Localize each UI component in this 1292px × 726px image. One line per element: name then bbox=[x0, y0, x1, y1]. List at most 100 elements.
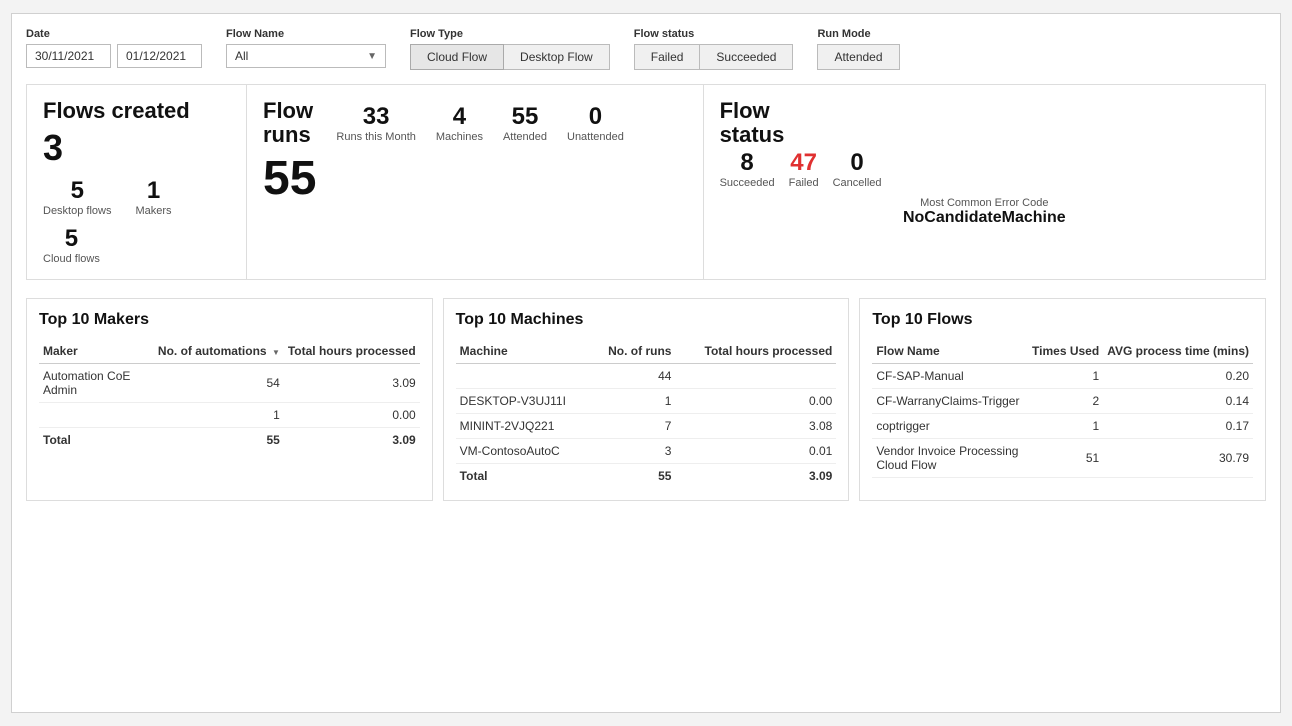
flow-status-buttons: Failed Succeeded bbox=[634, 44, 794, 70]
machine-runs: 44 bbox=[591, 364, 675, 389]
flow-name: CF-SAP-Manual bbox=[872, 364, 1028, 389]
flows-created-card: Flows created 3 5 Desktop flows 1 Makers… bbox=[27, 85, 247, 279]
maker-name: Automation CoE Admin bbox=[39, 364, 154, 403]
makers-col-hours: Total hours processed bbox=[284, 339, 420, 364]
table-row: CF-SAP-Manual 1 0.20 bbox=[872, 364, 1253, 389]
error-code-label: Most Common Error Code bbox=[720, 197, 1249, 209]
maker-hours: 3.09 bbox=[284, 364, 420, 403]
dashboard: Date 30/11/2021 01/12/2021 Flow Name All… bbox=[11, 13, 1281, 713]
error-code-section: Most Common Error Code NoCandidateMachin… bbox=[720, 197, 1249, 227]
cloud-flows-number: 5 bbox=[65, 225, 78, 253]
succeeded-item: 8 Succeeded bbox=[720, 149, 775, 189]
machine-name: DESKTOP-V3UJ11I bbox=[456, 389, 591, 414]
flow-times-used: 1 bbox=[1028, 364, 1103, 389]
machine-name: VM-ContosoAutoC bbox=[456, 439, 591, 464]
makers-total-hours: 3.09 bbox=[284, 428, 420, 453]
machines-col-machine: Machine bbox=[456, 339, 591, 364]
makers-total-label: Total bbox=[39, 428, 154, 453]
machines-total-hours: 3.09 bbox=[675, 464, 836, 489]
table-row: MININT-2VJQ221 7 3.08 bbox=[456, 414, 837, 439]
maker-hours: 0.00 bbox=[284, 403, 420, 428]
date-inputs: 30/11/2021 01/12/2021 bbox=[26, 44, 202, 68]
table-row: 44 bbox=[456, 364, 837, 389]
flow-avg-time: 0.17 bbox=[1103, 414, 1253, 439]
flow-status-numbers: 8 Succeeded 47 Failed 0 Cancelled bbox=[720, 149, 1249, 189]
flow-avg-time: 0.20 bbox=[1103, 364, 1253, 389]
makers-item: 1 Makers bbox=[135, 177, 171, 217]
table-row: Automation CoE Admin 54 3.09 bbox=[39, 364, 420, 403]
machines-total-runs: 55 bbox=[591, 464, 675, 489]
top-machines-title: Top 10 Machines bbox=[456, 311, 837, 329]
machines-col-runs: No. of runs bbox=[591, 339, 675, 364]
top-flows-table: Flow Name Times Used AVG process time (m… bbox=[872, 339, 1253, 478]
machines-col-hours: Total hours processed bbox=[675, 339, 836, 364]
date-to-input[interactable]: 01/12/2021 bbox=[117, 44, 202, 68]
flow-status-label: Flow status bbox=[634, 28, 794, 40]
desktop-flows-label: Desktop flows bbox=[43, 205, 111, 217]
unattended-runs-number: 0 bbox=[589, 103, 602, 131]
machine-hours: 0.00 bbox=[675, 389, 836, 414]
flow-status-failed-button[interactable]: Failed bbox=[634, 44, 701, 70]
flow-status-succeeded-button[interactable]: Succeeded bbox=[700, 44, 793, 70]
attended-runs-item: 55 Attended bbox=[503, 103, 547, 143]
flows-col-name: Flow Name bbox=[872, 339, 1028, 364]
date-label: Date bbox=[26, 28, 202, 40]
makers-number: 1 bbox=[147, 177, 160, 205]
machine-runs: 3 bbox=[591, 439, 675, 464]
table-row: CF-WarranyClaims-Trigger 2 0.14 bbox=[872, 389, 1253, 414]
flow-type-buttons: Cloud Flow Desktop Flow bbox=[410, 44, 610, 70]
makers-label: Makers bbox=[135, 205, 171, 217]
table-row: 1 0.00 bbox=[39, 403, 420, 428]
flow-times-used: 2 bbox=[1028, 389, 1103, 414]
flow-runs-title: Flow runs bbox=[263, 99, 316, 147]
flow-times-used: 51 bbox=[1028, 439, 1103, 478]
runs-month-label: Runs this Month bbox=[336, 131, 415, 143]
run-mode-attended-button[interactable]: Attended bbox=[817, 44, 899, 70]
run-mode-label: Run Mode bbox=[817, 28, 899, 40]
top-makers-section: Top 10 Makers Maker No. of automations ▼… bbox=[26, 298, 433, 501]
machines-label: Machines bbox=[436, 131, 483, 143]
top-makers-title: Top 10 Makers bbox=[39, 311, 420, 329]
top-machines-section: Top 10 Machines Machine No. of runs Tota… bbox=[443, 298, 850, 501]
unattended-runs-item: 0 Unattended bbox=[567, 103, 624, 143]
top-flows-section: Top 10 Flows Flow Name Times Used AVG pr… bbox=[859, 298, 1266, 501]
flow-type-label: Flow Type bbox=[410, 28, 610, 40]
flow-name: coptrigger bbox=[872, 414, 1028, 439]
machine-runs: 7 bbox=[591, 414, 675, 439]
date-from-input[interactable]: 30/11/2021 bbox=[26, 44, 111, 68]
cancelled-label: Cancelled bbox=[833, 177, 882, 189]
attended-runs-number: 55 bbox=[512, 103, 539, 131]
date-filter-group: Date 30/11/2021 01/12/2021 bbox=[26, 28, 202, 68]
flow-type-cloud-button[interactable]: Cloud Flow bbox=[410, 44, 504, 70]
flow-status-title: Flow status bbox=[720, 99, 1249, 147]
flow-name-select[interactable]: All ▼ bbox=[226, 44, 386, 68]
makers-total-row: Total 55 3.09 bbox=[39, 428, 420, 453]
failed-label: Failed bbox=[789, 177, 819, 189]
desktop-flows-number: 5 bbox=[71, 177, 84, 205]
cancelled-number: 0 bbox=[850, 149, 863, 177]
flow-name: Vendor Invoice Processing Cloud Flow bbox=[872, 439, 1028, 478]
flows-col-times: Times Used bbox=[1028, 339, 1103, 364]
machine-runs: 1 bbox=[591, 389, 675, 414]
top-makers-table: Maker No. of automations ▼ Total hours p… bbox=[39, 339, 420, 452]
metrics-row: Flows created 3 5 Desktop flows 1 Makers… bbox=[26, 84, 1266, 280]
table-row: coptrigger 1 0.17 bbox=[872, 414, 1253, 439]
maker-automations: 1 bbox=[154, 403, 284, 428]
maker-name bbox=[39, 403, 154, 428]
top-machines-table: Machine No. of runs Total hours processe… bbox=[456, 339, 837, 488]
unattended-runs-label: Unattended bbox=[567, 131, 624, 143]
table-row: DESKTOP-V3UJ11I 1 0.00 bbox=[456, 389, 837, 414]
runs-this-month-item: 33 Runs this Month bbox=[336, 103, 415, 143]
machine-name: MININT-2VJQ221 bbox=[456, 414, 591, 439]
makers-total-automations: 55 bbox=[154, 428, 284, 453]
flow-times-used: 1 bbox=[1028, 414, 1103, 439]
flow-type-desktop-button[interactable]: Desktop Flow bbox=[504, 44, 610, 70]
makers-col-automations: No. of automations ▼ bbox=[154, 339, 284, 364]
machine-hours: 0.01 bbox=[675, 439, 836, 464]
sort-icon: ▼ bbox=[272, 348, 280, 357]
flow-type-filter-group: Flow Type Cloud Flow Desktop Flow bbox=[410, 28, 610, 70]
table-row: VM-ContosoAutoC 3 0.01 bbox=[456, 439, 837, 464]
flow-name-filter-group: Flow Name All ▼ bbox=[226, 28, 386, 68]
failed-number: 47 bbox=[790, 149, 817, 177]
flow-name: CF-WarranyClaims-Trigger bbox=[872, 389, 1028, 414]
